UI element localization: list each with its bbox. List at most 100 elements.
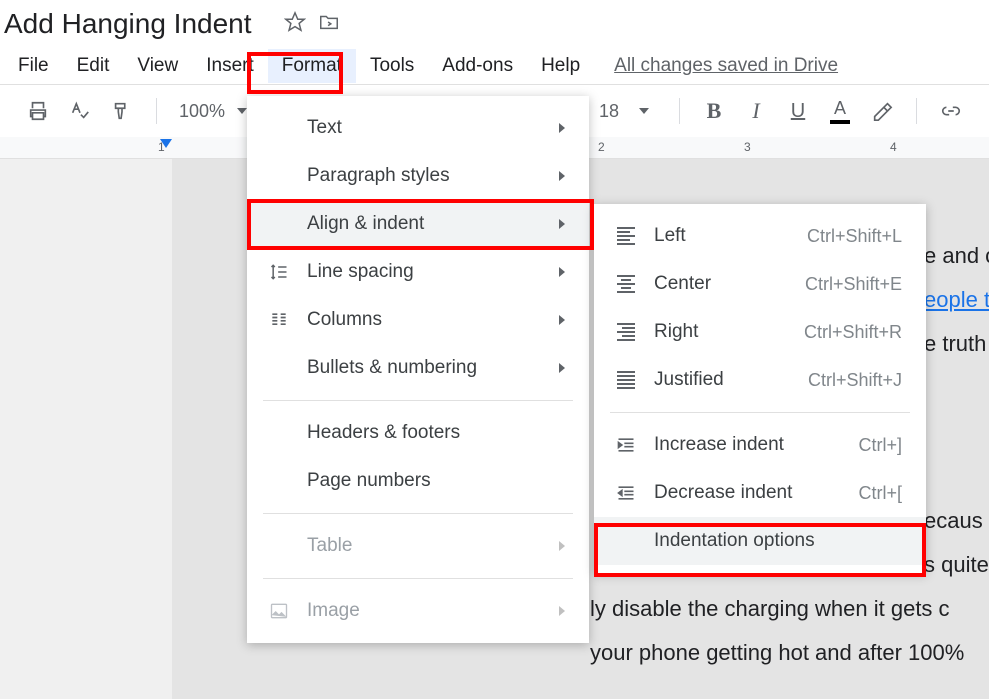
format-bullets-item[interactable]: Bullets & numbering [247, 344, 589, 392]
separator [263, 578, 573, 579]
menu-label: Indentation options [654, 530, 902, 552]
menu-label: Image [307, 600, 543, 622]
format-image-item: Image [247, 587, 589, 635]
chevron-down-icon [639, 108, 649, 114]
menu-view[interactable]: View [123, 49, 192, 83]
shortcut: Ctrl+Shift+R [804, 322, 902, 343]
italic-button[interactable]: I [740, 95, 772, 127]
text-color-button[interactable]: A [824, 95, 856, 127]
chevron-right-icon [559, 541, 565, 551]
shortcut: Ctrl+Shift+E [805, 274, 902, 295]
menu-label: Justified [654, 369, 762, 391]
color-swatch [830, 120, 850, 124]
body-text: ly disable the charging when it gets c [590, 596, 950, 622]
move-folder-icon[interactable] [318, 11, 340, 38]
body-text: s quite [924, 552, 989, 578]
menu-insert[interactable]: Insert [192, 49, 268, 83]
body-text: ecaus [924, 508, 983, 534]
menu-label: Decrease indent [654, 482, 812, 504]
separator [263, 400, 573, 401]
increase-indent-item[interactable]: Increase indent Ctrl+] [594, 421, 926, 469]
align-right-item[interactable]: Right Ctrl+Shift+R [594, 308, 926, 356]
menu-label: Align & indent [307, 213, 543, 235]
spellcheck-icon[interactable] [64, 95, 96, 127]
document-title[interactable]: Add Hanging Indent [4, 8, 252, 40]
separator [263, 513, 573, 514]
body-text: e and c [924, 243, 989, 269]
zoom-select[interactable]: 100% [175, 101, 251, 122]
align-justified-item[interactable]: Justified Ctrl+Shift+J [594, 356, 926, 404]
align-left-item[interactable]: Left Ctrl+Shift+L [594, 212, 926, 260]
menubar: File Edit View Insert Format Tools Add-o… [0, 48, 989, 84]
menu-label: Left [654, 225, 761, 247]
menu-edit[interactable]: Edit [63, 49, 124, 83]
text-color-letter: A [834, 98, 846, 119]
align-indent-submenu: Left Ctrl+Shift+L Center Ctrl+Shift+E Ri… [594, 204, 926, 573]
menu-label: Page numbers [307, 470, 565, 492]
shortcut: Ctrl+Shift+L [807, 226, 902, 247]
chevron-right-icon [559, 219, 565, 229]
align-center-icon [614, 275, 638, 293]
divider [679, 98, 680, 124]
insert-link-icon[interactable] [935, 95, 967, 127]
columns-icon [267, 310, 291, 330]
format-table-item: Table [247, 522, 589, 570]
menu-label: Text [307, 117, 543, 139]
shortcut: Ctrl+[ [858, 483, 902, 504]
chevron-right-icon [559, 123, 565, 133]
ruler-number: 4 [890, 140, 897, 154]
menu-label: Increase indent [654, 434, 812, 456]
menu-addons[interactable]: Add-ons [428, 49, 527, 83]
shortcut: Ctrl+] [858, 435, 902, 456]
chevron-right-icon [559, 171, 565, 181]
chevron-right-icon [559, 606, 565, 616]
divider [916, 98, 917, 124]
format-align-indent-item[interactable]: Align & indent [247, 200, 589, 248]
bold-button[interactable]: B [698, 95, 730, 127]
format-paragraph-styles-item[interactable]: Paragraph styles [247, 152, 589, 200]
divider [156, 98, 157, 124]
menu-label: Center [654, 273, 759, 295]
ruler-number: 2 [598, 140, 605, 154]
body-text: e truth [924, 331, 986, 357]
shortcut: Ctrl+Shift+J [808, 370, 902, 391]
image-icon [267, 601, 291, 621]
chevron-right-icon [559, 267, 565, 277]
chevron-down-icon [237, 108, 247, 114]
zoom-value: 100% [179, 101, 225, 122]
format-page-numbers-item[interactable]: Page numbers [247, 457, 589, 505]
menu-tools[interactable]: Tools [356, 49, 428, 83]
align-justified-icon [614, 371, 638, 389]
menu-format[interactable]: Format [268, 49, 356, 83]
indentation-options-item[interactable]: Indentation options [594, 517, 926, 565]
decrease-indent-item[interactable]: Decrease indent Ctrl+[ [594, 469, 926, 517]
align-center-item[interactable]: Center Ctrl+Shift+E [594, 260, 926, 308]
align-left-icon [614, 227, 638, 245]
format-headers-footers-item[interactable]: Headers & footers [247, 409, 589, 457]
ruler-number: 3 [744, 140, 751, 154]
menu-label: Right [654, 321, 758, 343]
save-status[interactable]: All changes saved in Drive [614, 55, 838, 77]
font-size-select[interactable]: 18 [595, 101, 653, 122]
menu-label: Table [307, 535, 543, 557]
highlight-button[interactable] [866, 95, 898, 127]
print-icon[interactable] [22, 95, 54, 127]
paint-format-icon[interactable] [106, 95, 138, 127]
chevron-right-icon [559, 363, 565, 373]
underline-button[interactable]: U [782, 95, 814, 127]
format-line-spacing-item[interactable]: Line spacing [247, 248, 589, 296]
menu-help[interactable]: Help [527, 49, 594, 83]
increase-indent-icon [614, 435, 638, 455]
menu-label: Line spacing [307, 261, 543, 283]
line-spacing-icon [267, 262, 291, 282]
separator [610, 412, 910, 413]
menu-label: Headers & footers [307, 422, 565, 444]
indent-marker[interactable] [160, 139, 172, 148]
align-right-icon [614, 323, 638, 341]
chevron-right-icon [559, 315, 565, 325]
format-dropdown: Text Paragraph styles Align & indent Lin… [247, 96, 589, 643]
format-columns-item[interactable]: Columns [247, 296, 589, 344]
format-text-item[interactable]: Text [247, 104, 589, 152]
star-icon[interactable] [284, 11, 306, 38]
menu-file[interactable]: File [4, 49, 63, 83]
